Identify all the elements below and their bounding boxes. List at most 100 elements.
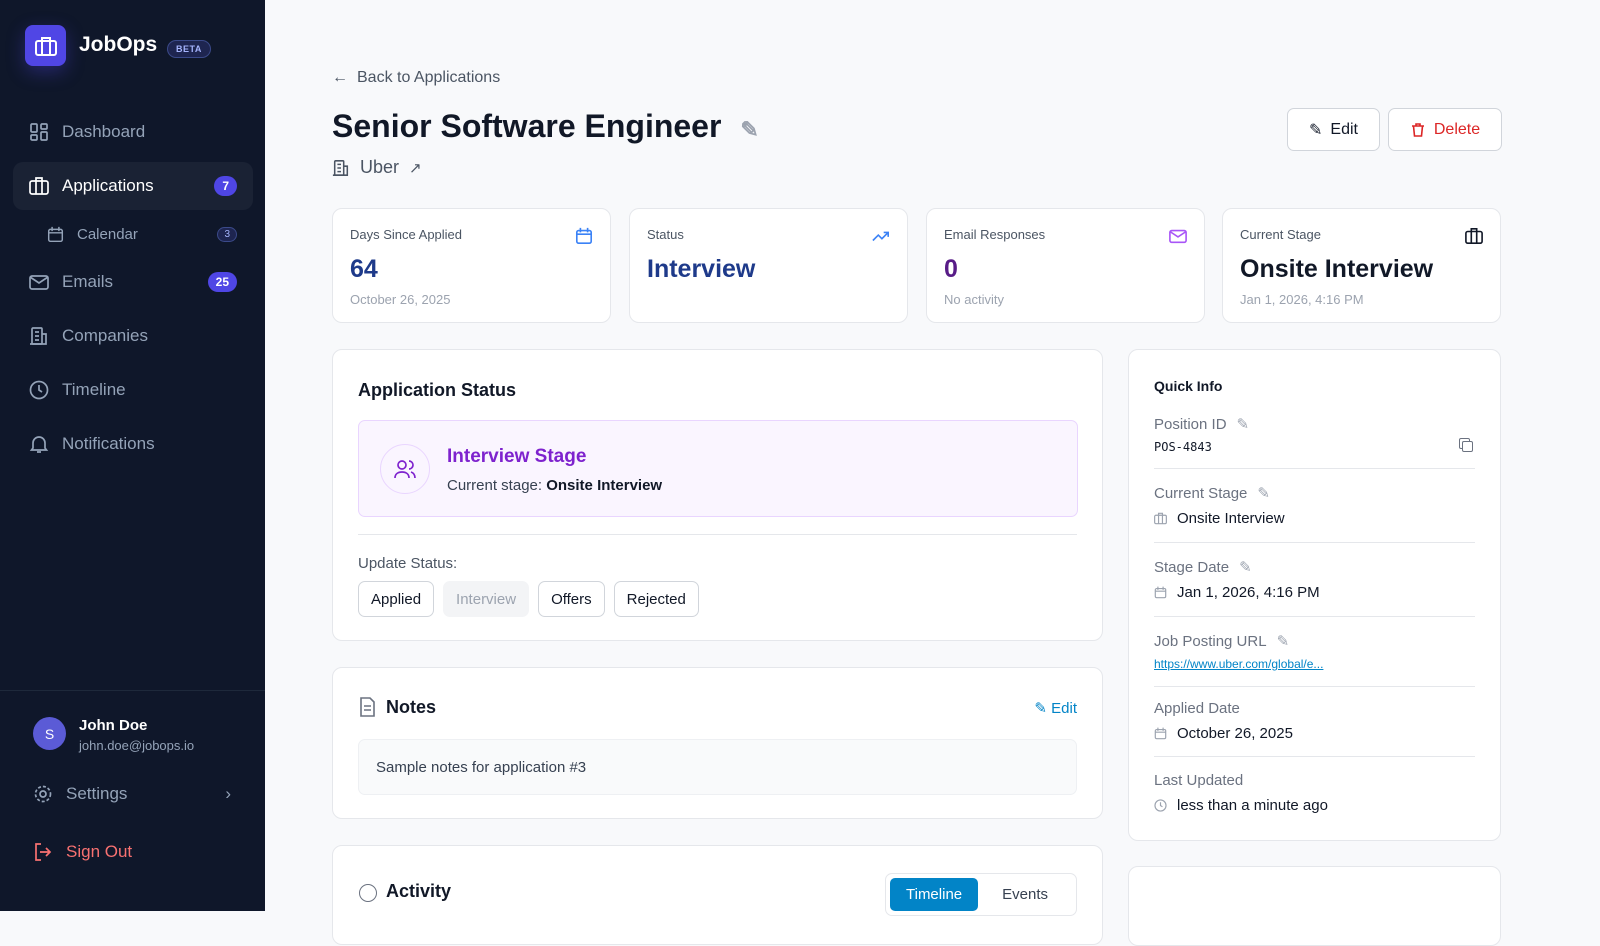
tab-timeline[interactable]: Timeline	[890, 878, 978, 911]
section-title: Notes	[386, 697, 436, 718]
external-link-icon: ↗	[409, 159, 422, 177]
arrow-left-icon: ←	[332, 69, 348, 87]
label-text: Current Stage	[1154, 485, 1247, 502]
stage-date-label: Stage Date ✎	[1154, 558, 1252, 576]
sidebar-item-notifications[interactable]: Notifications	[13, 420, 253, 468]
pencil-icon[interactable]: ✎	[1239, 558, 1252, 576]
updated-label: Last Updated	[1154, 772, 1243, 789]
notes-content: Sample notes for application #3	[358, 739, 1077, 795]
briefcase-icon	[29, 176, 49, 196]
sidebar-item-label: Dashboard	[62, 122, 145, 142]
status-option-interview[interactable]: Interview	[443, 581, 529, 617]
settings-button[interactable]: Settings›	[17, 770, 253, 818]
delete-label: Delete	[1434, 121, 1480, 139]
main-content: ← Back to Applications Senior Software En…	[265, 0, 1600, 911]
stage-line: Current stage: Onsite Interview	[447, 477, 662, 494]
quick-info-card: Quick Info Position ID✎ POS-4843 Current…	[1128, 349, 1501, 841]
update-status-label: Update Status:	[358, 555, 457, 572]
label-text: Stage Date	[1154, 559, 1229, 576]
side-card	[1128, 866, 1501, 946]
sidebar-item-label: Notifications	[62, 434, 155, 454]
sidebar-item-calendar[interactable]: Calendar3	[13, 216, 253, 252]
page-title: Senior Software Engineer ✎	[332, 108, 759, 145]
stage-label: Current Stage ✎	[1154, 484, 1270, 502]
back-label: Back to Applications	[357, 69, 500, 87]
stat-card-status: Status Interview	[629, 208, 908, 323]
current-stage-box: Interview Stage Current stage: Onsite In…	[358, 420, 1078, 517]
stat-label: Days Since Applied	[350, 227, 462, 242]
pencil-icon[interactable]: ✎	[1257, 484, 1270, 502]
stat-sub: No activity	[944, 292, 1004, 307]
sidebar-item-label: Applications	[62, 176, 154, 196]
stat-value: Onsite Interview	[1240, 255, 1433, 284]
divider	[1154, 468, 1475, 469]
sign-out-button[interactable]: Sign Out	[17, 828, 253, 876]
divider	[1154, 542, 1475, 543]
copy-icon[interactable]	[1462, 441, 1473, 452]
url-label: Job Posting URL✎	[1154, 632, 1289, 650]
pencil-icon[interactable]: ✎	[740, 117, 758, 142]
stage-value: Onsite Interview	[1154, 510, 1285, 527]
calendar-icon	[47, 226, 64, 243]
logout-icon	[33, 842, 53, 862]
edit-label: Edit	[1051, 700, 1077, 717]
app-name: JobOps	[79, 33, 157, 57]
sidebar-item-applications[interactable]: Applications7	[13, 162, 253, 210]
status-option-rejected[interactable]: Rejected	[614, 581, 699, 617]
applied-value: October 26, 2025	[1154, 725, 1293, 742]
company-link[interactable]: Uber↗	[332, 157, 422, 178]
stage-title: Interview Stage	[447, 446, 586, 468]
sidebar-item-dashboard[interactable]: Dashboard	[13, 108, 253, 156]
avatar[interactable]: S	[33, 717, 66, 750]
pencil-icon[interactable]: ✎	[1277, 632, 1290, 650]
document-icon	[359, 697, 376, 717]
count-badge: 25	[208, 272, 237, 292]
clock-icon	[1154, 799, 1167, 812]
trending-up-icon	[872, 227, 890, 245]
stat-label: Current Stage	[1240, 227, 1321, 242]
beta-badge: BETA	[167, 40, 211, 58]
activity-card: Activity Timeline Events	[332, 845, 1103, 945]
trash-icon	[1410, 122, 1426, 138]
pencil-icon[interactable]: ✎	[1237, 415, 1250, 433]
stat-value: 0	[944, 255, 958, 284]
updated-value: less than a minute ago	[1154, 797, 1328, 814]
edit-button[interactable]: ✎ Edit	[1287, 108, 1380, 151]
gear-icon	[33, 784, 53, 804]
label-text: Position ID	[1154, 416, 1227, 433]
position-id-value: POS-4843	[1154, 440, 1212, 454]
applied-label: Applied Date	[1154, 700, 1240, 717]
bell-icon	[29, 434, 49, 454]
sidebar-item-label: Timeline	[62, 380, 126, 400]
user-name: John Doe	[79, 717, 147, 734]
delete-button[interactable]: Delete	[1388, 108, 1502, 151]
value-text: less than a minute ago	[1177, 797, 1328, 814]
edit-label: Edit	[1330, 121, 1358, 139]
status-option-offers[interactable]: Offers	[538, 581, 605, 617]
sidebar-item-emails[interactable]: Emails 25	[13, 258, 253, 306]
status-options: Applied Interview Offers Rejected	[358, 581, 699, 617]
tab-events[interactable]: Events	[978, 878, 1072, 911]
sidebar-item-companies[interactable]: Companies	[13, 312, 253, 360]
status-option-applied[interactable]: Applied	[358, 581, 434, 617]
stat-value: Interview	[647, 255, 755, 284]
stage-prefix: Current stage:	[447, 477, 542, 494]
activity-tabs: Timeline Events	[885, 873, 1077, 916]
dashboard-icon	[29, 122, 49, 142]
stat-label: Status	[647, 227, 684, 242]
stat-value: 64	[350, 255, 378, 284]
calendar-icon	[1154, 727, 1167, 740]
stat-sub: October 26, 2025	[350, 292, 450, 307]
section-title: Application Status	[358, 380, 516, 401]
back-link[interactable]: ← Back to Applications	[332, 69, 500, 87]
sidebar-item-label: Emails	[62, 272, 113, 292]
notes-edit-button[interactable]: ✎ Edit	[1034, 699, 1077, 717]
job-posting-link[interactable]: https://www.uber.com/global/e...	[1154, 657, 1323, 671]
position-id-label: Position ID ✎	[1154, 415, 1249, 433]
sidebar-item-timeline[interactable]: Timeline	[13, 366, 253, 414]
stat-card-email: Email Responses 0 No activity	[926, 208, 1205, 323]
application-status-card: Application Status Interview Stage Curre…	[332, 349, 1103, 641]
users-icon	[380, 444, 430, 494]
clock-icon	[359, 884, 377, 902]
pencil-icon: ✎	[1309, 120, 1322, 140]
